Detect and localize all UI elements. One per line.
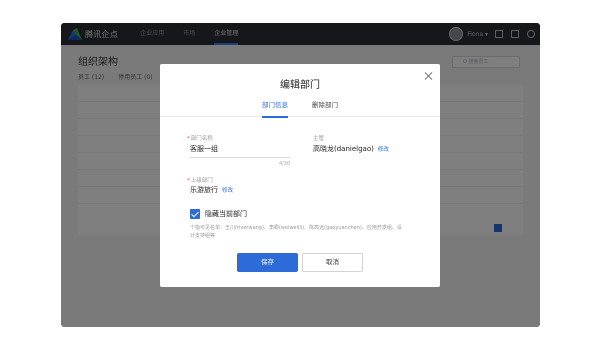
tab-department-info[interactable]: 部门信息 <box>262 99 288 118</box>
close-icon[interactable] <box>424 71 434 81</box>
parent-dept-edit-link[interactable]: 修改 <box>222 188 233 194</box>
visibility-hint: 个指可见名单：王川(riverwang)、李卿(weiwelili)、陈高远(g… <box>190 225 402 239</box>
required-mark: * <box>187 136 190 142</box>
dept-name-counter: 4/30 <box>279 161 291 167</box>
required-mark: * <box>187 178 190 184</box>
parent-dept-label: *上级部门 <box>187 178 213 184</box>
save-button[interactable]: 保存 <box>237 253 298 272</box>
manager-value: 高晓龙(danielgao) 修改 <box>313 145 389 153</box>
manager-edit-link[interactable]: 修改 <box>378 147 389 153</box>
edit-department-dialog: 编辑部门 部门信息 删除部门 *部门名称 客服一组 4/30 主管 高晓龙(da… <box>160 64 440 287</box>
dept-name-underline <box>190 157 290 158</box>
tab-delete-department[interactable]: 删除部门 <box>312 99 338 117</box>
hide-department-label[interactable]: 隐藏当前部门 <box>205 209 247 219</box>
parent-dept-value: 乐游旅行 修改 <box>190 186 234 194</box>
dialog-tabs: 部门信息 删除部门 <box>160 99 440 118</box>
cancel-button[interactable]: 取消 <box>302 253 363 272</box>
manager-label: 主管 <box>313 136 325 142</box>
dept-name-label: *部门名称 <box>187 136 213 142</box>
hide-department-checkbox[interactable] <box>190 209 200 219</box>
dept-name-input[interactable]: 客服一组 <box>190 144 218 154</box>
dialog-title: 编辑部门 <box>280 80 320 91</box>
